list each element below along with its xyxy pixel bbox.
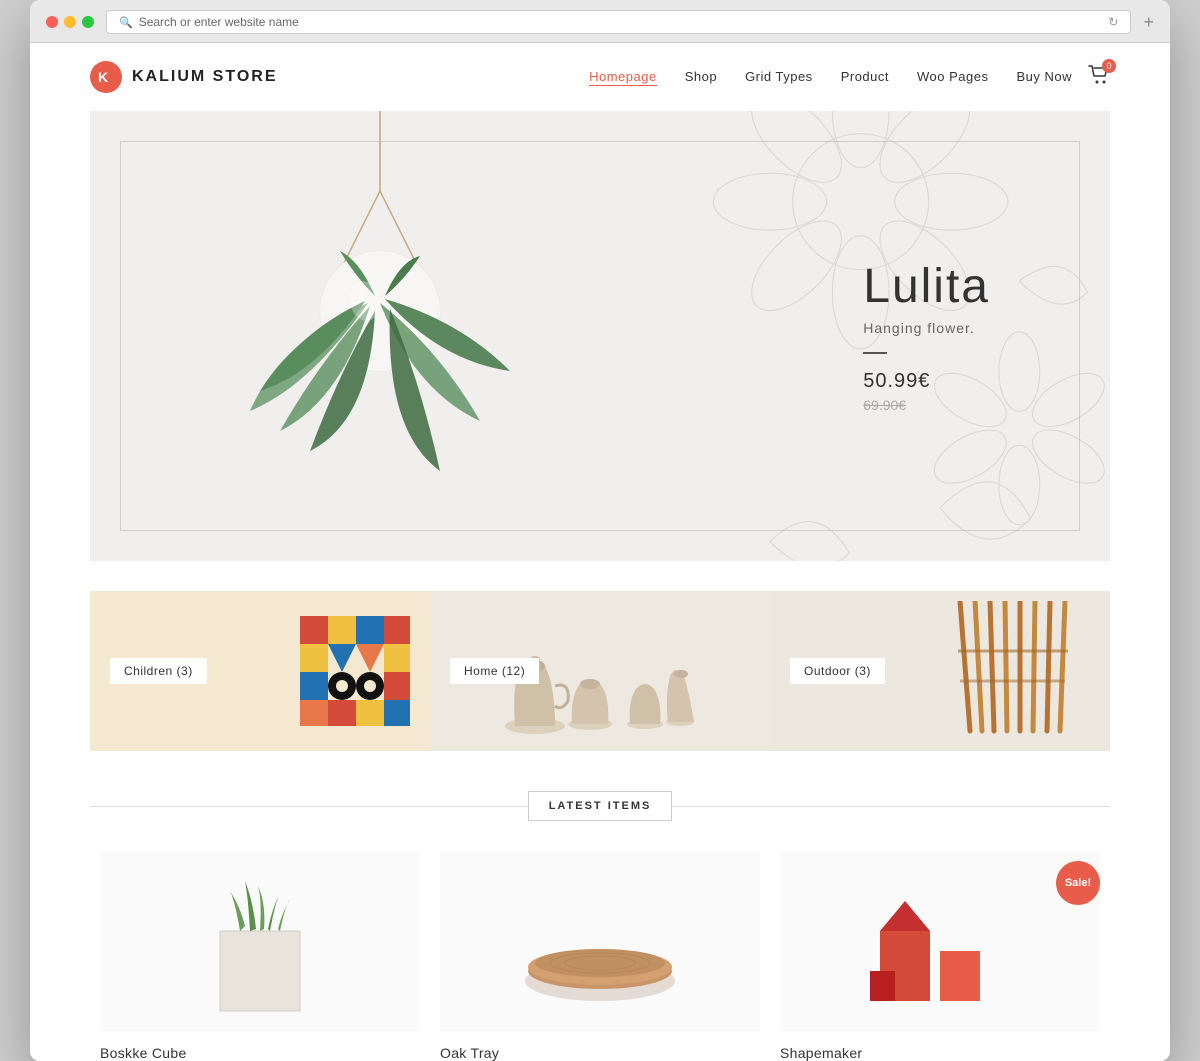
- minimize-button[interactable]: [64, 16, 76, 28]
- search-icon: 🔍: [119, 16, 133, 29]
- logo-icon: K: [90, 61, 122, 93]
- category-outdoor-label: Outdoor (3): [790, 658, 885, 684]
- hero-divider: [863, 352, 887, 354]
- divider-left: [90, 806, 528, 807]
- product-name-3: Shapemaker: [780, 1045, 1100, 1061]
- categories-section: Children (3): [90, 591, 1110, 751]
- divider-right: [672, 806, 1110, 807]
- product-card-2[interactable]: Oak Tray: [430, 851, 770, 1061]
- nav-homepage[interactable]: Homepage: [589, 69, 657, 86]
- product-name-1: Boskke Cube: [100, 1045, 420, 1061]
- outdoor-art: [920, 601, 1100, 741]
- refresh-icon: ↻: [1108, 15, 1118, 29]
- nav-buy-now[interactable]: Buy Now: [1016, 69, 1072, 84]
- nav-shop[interactable]: Shop: [685, 69, 717, 84]
- address-bar[interactable]: 🔍 Search or enter website name ↻: [106, 10, 1131, 34]
- logo-text: KALIUM STORE: [132, 68, 277, 86]
- cart-icon-wrapper[interactable]: 0: [1088, 65, 1110, 90]
- nav-grid-types[interactable]: Grid Types: [745, 69, 813, 84]
- close-button[interactable]: [46, 16, 58, 28]
- product-image-3: [780, 851, 1100, 1031]
- plant-illustration: [220, 191, 540, 551]
- page-content: K KALIUM STORE Homepage Shop Grid Types …: [30, 43, 1170, 1061]
- category-children[interactable]: Children (3): [90, 591, 430, 751]
- product-name-2: Oak Tray: [440, 1045, 760, 1061]
- product-3-image: [840, 871, 1040, 1031]
- product-1-image: [160, 871, 360, 1031]
- maximize-button[interactable]: [82, 16, 94, 28]
- browser-window: 🔍 Search or enter website name ↻ + K KAL…: [30, 0, 1170, 1061]
- product-image-1: [100, 851, 420, 1031]
- latest-items-section: LATEST ITEMS: [90, 791, 1110, 1061]
- plant-rope: [379, 111, 381, 191]
- hero-price-new: 50.99€: [863, 370, 990, 393]
- traffic-lights: [46, 16, 94, 28]
- new-tab-button[interactable]: +: [1143, 12, 1154, 33]
- navbar: K KALIUM STORE Homepage Shop Grid Types …: [30, 43, 1170, 111]
- product-2-image: [500, 871, 700, 1031]
- hero-section: Lulita Hanging flower. 50.99€ 69.90€: [90, 111, 1110, 561]
- children-art: [300, 616, 410, 726]
- hero-product-name: Lulita: [863, 259, 990, 314]
- nav-woo-pages[interactable]: Woo Pages: [917, 69, 988, 84]
- logo-area[interactable]: K KALIUM STORE: [90, 61, 277, 93]
- hero-product-subtitle: Hanging flower.: [863, 320, 990, 336]
- products-grid: Boskke Cube: [90, 851, 1110, 1061]
- category-children-label: Children (3): [110, 658, 207, 684]
- svg-text:K: K: [98, 69, 108, 85]
- latest-items-title: LATEST ITEMS: [528, 791, 673, 821]
- category-home-label: Home (12): [450, 658, 539, 684]
- cart-badge: 0: [1102, 59, 1116, 73]
- hanging-plant: [230, 111, 530, 561]
- category-home[interactable]: Home (12): [430, 591, 770, 751]
- sale-badge-3: Sale!: [1056, 861, 1100, 905]
- browser-chrome: 🔍 Search or enter website name ↻ +: [30, 0, 1170, 43]
- product-image-2: [440, 851, 760, 1031]
- nav-product[interactable]: Product: [841, 69, 889, 84]
- nav-links: Homepage Shop Grid Types Product Woo Pag…: [589, 68, 1072, 86]
- product-card-3[interactable]: Sale! Shapemaker: [770, 851, 1110, 1061]
- latest-items-header: LATEST ITEMS: [90, 791, 1110, 821]
- category-outdoor[interactable]: Outdoor (3): [770, 591, 1110, 751]
- product-card-1[interactable]: Boskke Cube: [90, 851, 430, 1061]
- hero-text-area: Lulita Hanging flower. 50.99€ 69.90€: [863, 259, 990, 413]
- hero-price-old: 69.90€: [863, 397, 990, 413]
- address-text: Search or enter website name: [139, 15, 299, 29]
